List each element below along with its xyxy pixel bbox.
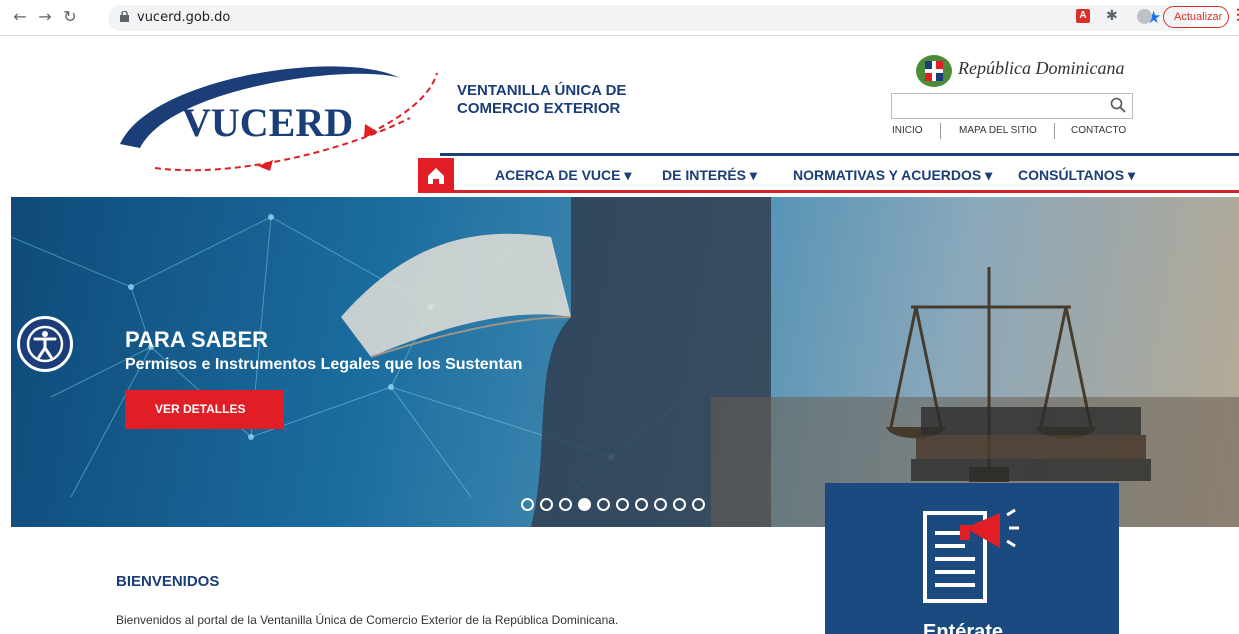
logo-text: VUCERD bbox=[182, 100, 353, 145]
extensions-puzzle-icon[interactable]: ✱ bbox=[1106, 8, 1118, 24]
accessibility-button[interactable] bbox=[17, 316, 73, 372]
home-button[interactable] bbox=[418, 158, 454, 193]
carousel-dot[interactable] bbox=[559, 498, 572, 511]
link-divider bbox=[940, 123, 941, 139]
carousel-dot[interactable] bbox=[540, 498, 553, 511]
carousel-dot[interactable] bbox=[521, 498, 534, 511]
nav-acerca-label: ACERCA DE VUCE bbox=[495, 167, 621, 183]
site-title: VENTANILLA ÚNICA DE COMERCIO EXTERIOR bbox=[457, 82, 626, 118]
site-title-line2: COMERCIO EXTERIOR bbox=[457, 100, 621, 117]
chevron-down-icon: ▾ bbox=[624, 167, 632, 183]
carousel-dot[interactable] bbox=[654, 498, 667, 511]
nav-interes-label: DE INTERÉS bbox=[662, 167, 747, 183]
top-links: INICIO MAPA DEL SITIO CONTACTO bbox=[884, 123, 1132, 139]
welcome-heading: BIENVENIDOS bbox=[116, 573, 220, 590]
carousel-dot[interactable] bbox=[597, 498, 610, 511]
update-button[interactable]: Actualizar bbox=[1163, 6, 1229, 28]
carousel-dot[interactable] bbox=[635, 498, 648, 511]
url-text: vucerd.gob.do bbox=[137, 10, 231, 25]
lock-icon bbox=[120, 11, 129, 22]
hero-carousel: PARA SABER Permisos e Instrumentos Legal… bbox=[11, 197, 1239, 527]
nav-interes[interactable]: DE INTERÉS ▾ bbox=[662, 167, 757, 184]
nav-acerca[interactable]: ACERCA DE VUCE ▾ bbox=[495, 167, 631, 184]
carousel-dot-active[interactable] bbox=[578, 498, 591, 511]
hero-title: PARA SABER bbox=[125, 327, 269, 352]
search-icon[interactable] bbox=[1110, 97, 1126, 113]
top-link-inicio[interactable]: INICIO bbox=[892, 125, 923, 136]
profile-avatar-icon[interactable] bbox=[1137, 9, 1152, 24]
carousel-dot[interactable] bbox=[673, 498, 686, 511]
hero-subtitle: Permisos e Instrumentos Legales que los … bbox=[125, 356, 523, 373]
enterate-label: Entérate bbox=[923, 621, 1004, 634]
pdf-extension-icon[interactable]: A bbox=[1076, 9, 1090, 23]
top-link-contacto[interactable]: CONTACTO bbox=[1071, 125, 1126, 136]
welcome-text: Bienvenidos al portal de la Ventanilla Ú… bbox=[116, 613, 619, 627]
chevron-down-icon: ▾ bbox=[749, 167, 757, 183]
link-divider bbox=[1054, 123, 1055, 139]
nav-top-border bbox=[440, 153, 1239, 156]
home-icon bbox=[428, 168, 444, 184]
accessibility-icon bbox=[26, 325, 64, 363]
browser-menu-icon[interactable]: ⋮ bbox=[1231, 6, 1239, 23]
announcement-document-icon bbox=[923, 508, 1019, 603]
nav-normativas[interactable]: NORMATIVAS Y ACUERDOS ▾ bbox=[793, 167, 992, 184]
chevron-down-icon: ▾ bbox=[985, 167, 993, 183]
enterate-card[interactable]: Entérate bbox=[825, 483, 1119, 634]
reload-icon[interactable]: ↻ bbox=[60, 7, 80, 27]
country-name: República Dominicana bbox=[958, 58, 1125, 78]
search-input[interactable] bbox=[891, 93, 1133, 119]
nav-consultanos[interactable]: CONSÚLTANOS ▾ bbox=[1018, 167, 1135, 184]
vucerd-logo[interactable]: VUCERD bbox=[110, 58, 450, 188]
back-icon[interactable]: ← bbox=[10, 7, 30, 27]
browser-toolbar: ← → ↻ vucerd.gob.do ★ A ✱ Actualizar ⋮ bbox=[0, 0, 1239, 36]
site-title-line1: VENTANILLA ÚNICA DE bbox=[457, 82, 627, 99]
carousel-dot[interactable] bbox=[692, 498, 705, 511]
forward-icon[interactable]: → bbox=[35, 7, 55, 27]
ver-detalles-button[interactable]: VER DETALLES bbox=[125, 390, 284, 429]
chevron-down-icon: ▾ bbox=[1127, 167, 1135, 183]
coat-of-arms-icon bbox=[916, 55, 952, 87]
top-link-mapa[interactable]: MAPA DEL SITIO bbox=[959, 125, 1037, 136]
nav-consultanos-label: CONSÚLTANOS bbox=[1018, 167, 1125, 183]
carousel-dot[interactable] bbox=[616, 498, 629, 511]
nav-normativas-label: NORMATIVAS Y ACUERDOS bbox=[793, 167, 982, 183]
nav-bottom-border bbox=[440, 190, 1239, 193]
address-bar[interactable]: vucerd.gob.do ★ bbox=[108, 5, 1193, 31]
